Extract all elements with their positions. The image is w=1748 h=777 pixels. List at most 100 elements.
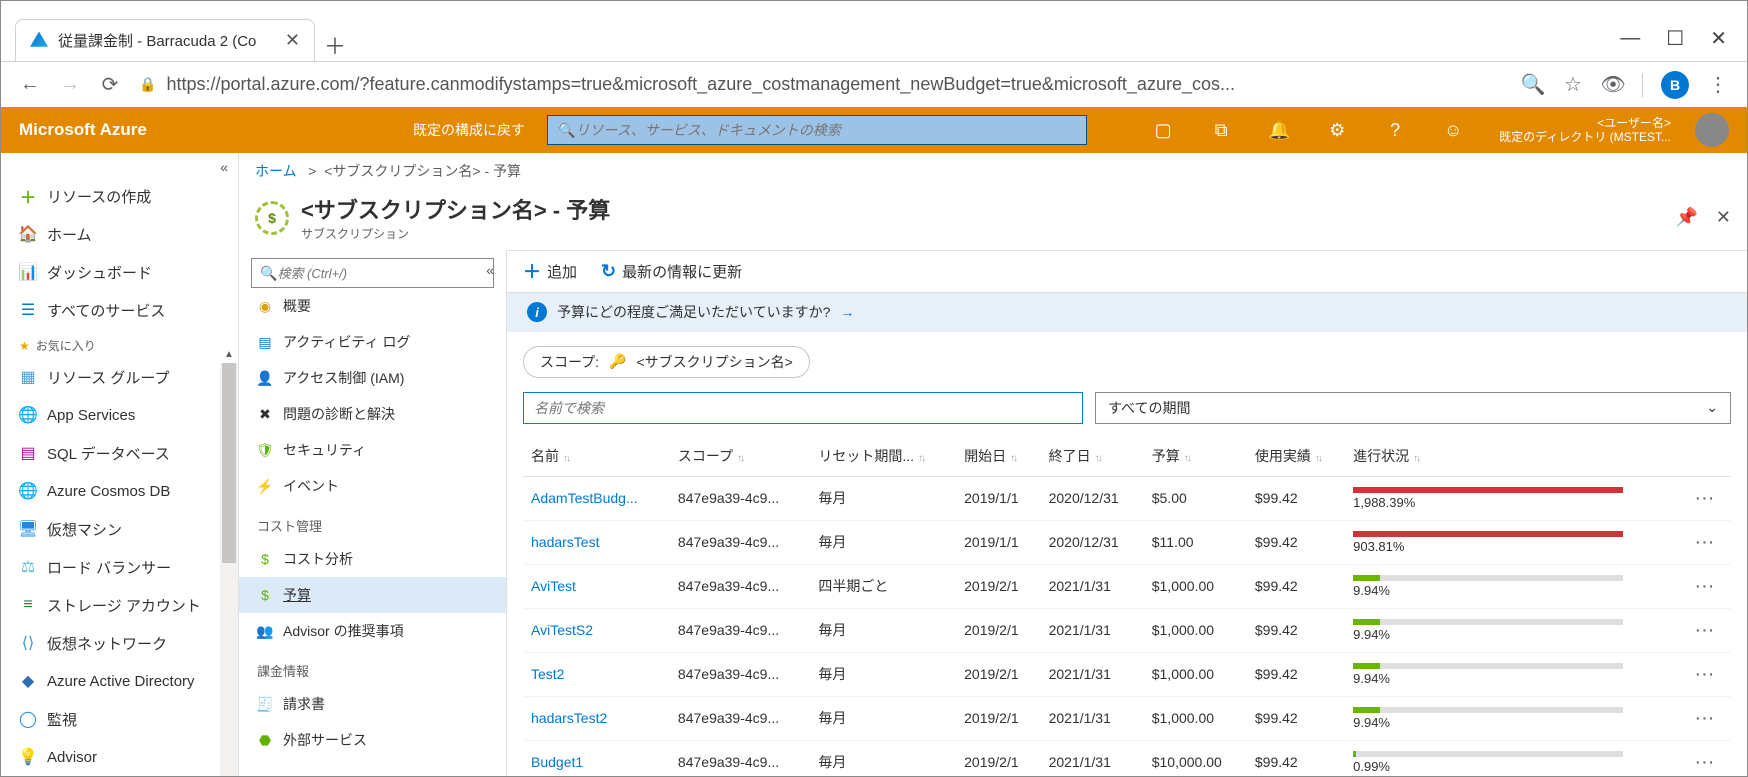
- budget-name-link[interactable]: Budget1: [523, 740, 670, 776]
- table-row: AdamTestBudg... 847e9a39-4c9... 毎月 2019/…: [523, 476, 1731, 520]
- back-icon[interactable]: ←: [19, 74, 41, 96]
- notifications-icon[interactable]: 🔔: [1257, 120, 1301, 141]
- nav-dashboard[interactable]: 📊ダッシュボード: [1, 253, 238, 291]
- nav-fav-item[interactable]: ⟨⟩仮想ネットワーク: [1, 624, 238, 662]
- pin-icon[interactable]: 📌: [1675, 207, 1697, 228]
- command-bar: ＋追加 ↻最新の情報に更新: [507, 250, 1747, 293]
- name-filter[interactable]: [523, 392, 1083, 424]
- eye-icon[interactable]: 👁: [1602, 74, 1624, 96]
- nav-all-services[interactable]: ☰すべてのサービス: [1, 291, 238, 329]
- window-maximize-icon[interactable]: ☐: [1666, 26, 1684, 51]
- col-scope[interactable]: スコープ↑↓: [670, 436, 810, 477]
- budget-name-link[interactable]: AviTest: [523, 564, 670, 608]
- nav-fav-item[interactable]: ▦リソース グループ: [1, 358, 238, 396]
- browser-address-bar: ← → ⟳ 🔒 https://portal.azure.com/?featur…: [1, 61, 1747, 107]
- budget-name-link[interactable]: Test2: [523, 652, 670, 696]
- row-more-button[interactable]: ···: [1688, 520, 1731, 564]
- menu-advisor-recs[interactable]: 👥Advisor の推奨事項: [239, 613, 506, 649]
- refresh-button[interactable]: ↻最新の情報に更新: [601, 261, 742, 282]
- row-more-button[interactable]: ···: [1688, 608, 1731, 652]
- row-more-button[interactable]: ···: [1688, 652, 1731, 696]
- close-tab-icon[interactable]: ✕: [285, 30, 300, 51]
- col-end[interactable]: 終了日↑↓: [1041, 436, 1144, 477]
- nav-fav-item[interactable]: ▤SQL データベース: [1, 434, 238, 472]
- nav-fav-item[interactable]: 💡Advisor: [1, 738, 238, 776]
- feedback-icon[interactable]: ☺: [1431, 120, 1475, 141]
- close-blade-icon[interactable]: ✕: [1716, 207, 1731, 228]
- menu-cost-analysis[interactable]: $コスト分析: [239, 541, 506, 577]
- collapse-resource-menu-icon[interactable]: «: [486, 262, 494, 278]
- collapse-nav-icon[interactable]: «: [220, 159, 228, 175]
- budget-name-link[interactable]: hadarsTest: [523, 520, 670, 564]
- nav-create-resource[interactable]: ＋リソースの作成: [1, 177, 238, 215]
- reload-icon[interactable]: ⟳: [99, 74, 121, 96]
- help-icon[interactable]: ?: [1373, 120, 1417, 141]
- menu-security[interactable]: 🛡セキュリティ: [239, 432, 506, 468]
- left-nav-scrollbar[interactable]: ▲: [220, 363, 238, 776]
- cell-progress: 9.94%: [1345, 564, 1688, 608]
- user-menu[interactable]: <ユーザー名> 既定のディレクトリ (MSTEST...: [1499, 116, 1671, 145]
- star-icon[interactable]: ☆: [1562, 74, 1584, 96]
- menu-events[interactable]: ⚡イベント: [239, 468, 506, 504]
- browser-menu-icon[interactable]: ⋮: [1707, 74, 1729, 96]
- nav-favorites-heading: ★お気に入り: [1, 329, 238, 358]
- url-display[interactable]: 🔒 https://portal.azure.com/?feature.canm…: [139, 74, 1504, 95]
- directory-filter-icon[interactable]: ⧉: [1199, 120, 1243, 141]
- feedback-banner[interactable]: i 予算にどの程度ご満足いただいていますか? →: [507, 293, 1747, 332]
- scroll-thumb[interactable]: [222, 363, 236, 563]
- menu-overview[interactable]: ◉概要: [239, 288, 506, 324]
- new-tab-button[interactable]: ＋: [315, 29, 355, 61]
- menu-iam[interactable]: 👤アクセス制御 (IAM): [239, 360, 506, 396]
- scroll-up-icon[interactable]: ▲: [220, 345, 238, 363]
- browser-tab[interactable]: 従量課金制 - Barracuda 2 (Co ✕: [15, 19, 315, 61]
- scope-pill[interactable]: スコープ: 🔑 <サブスクリプション名>: [523, 346, 810, 378]
- global-search-input[interactable]: [575, 122, 1076, 138]
- browser-profile-avatar[interactable]: B: [1661, 71, 1689, 99]
- col-reset[interactable]: リセット期間...↑↓: [810, 436, 956, 477]
- resource-menu-search-input[interactable]: [277, 266, 485, 281]
- col-budget[interactable]: 予算↑↓: [1144, 436, 1247, 477]
- nav-fav-item[interactable]: ≡ストレージ アカウント: [1, 586, 238, 624]
- col-progress[interactable]: 進行状況↑↓: [1345, 436, 1688, 477]
- period-filter[interactable]: すべての期間 ⌄: [1095, 392, 1731, 424]
- row-more-button[interactable]: ···: [1688, 740, 1731, 776]
- nav-fav-item[interactable]: ◯監視: [1, 700, 238, 738]
- zoom-icon[interactable]: 🔍: [1522, 74, 1544, 96]
- forward-icon[interactable]: →: [59, 74, 81, 96]
- budget-name-link[interactable]: AdamTestBudg...: [523, 476, 670, 520]
- user-avatar[interactable]: [1695, 113, 1729, 147]
- col-actual[interactable]: 使用実績↑↓: [1247, 436, 1345, 477]
- row-more-button[interactable]: ···: [1688, 564, 1731, 608]
- menu-invoices[interactable]: 🧾請求書: [239, 686, 506, 722]
- cloud-shell-icon[interactable]: ▢: [1141, 120, 1185, 141]
- cell-budget: $1,000.00: [1144, 608, 1247, 652]
- resource-menu-search[interactable]: 🔍: [251, 258, 494, 288]
- menu-activity-log[interactable]: ▤アクティビティ ログ: [239, 324, 506, 360]
- nav-fav-item[interactable]: 🌐App Services: [1, 396, 238, 434]
- info-icon: i: [527, 302, 547, 322]
- nav-fav-item[interactable]: 🌐Azure Cosmos DB: [1, 472, 238, 510]
- cell-actual: $99.42: [1247, 608, 1345, 652]
- menu-diagnose[interactable]: ✖問題の診断と解決: [239, 396, 506, 432]
- nav-fav-item[interactable]: 🖥仮想マシン: [1, 510, 238, 548]
- nav-fav-item[interactable]: ◆Azure Active Directory: [1, 662, 238, 700]
- name-filter-input[interactable]: [534, 400, 1072, 416]
- col-name[interactable]: 名前↑↓: [523, 436, 670, 477]
- reset-layout-button[interactable]: 既定の構成に戻す: [413, 120, 525, 140]
- nav-home[interactable]: 🏠ホーム: [1, 215, 238, 253]
- nav-fav-item[interactable]: ⚖ロード バランサー: [1, 548, 238, 586]
- settings-icon[interactable]: ⚙: [1315, 120, 1359, 141]
- menu-budgets[interactable]: $予算: [239, 577, 506, 613]
- add-button[interactable]: ＋追加: [523, 258, 577, 284]
- row-more-button[interactable]: ···: [1688, 696, 1731, 740]
- budget-name-link[interactable]: AviTestS2: [523, 608, 670, 652]
- window-close-icon[interactable]: ✕: [1710, 26, 1727, 51]
- menu-external[interactable]: ⬣外部サービス: [239, 722, 506, 758]
- col-start[interactable]: 開始日↑↓: [956, 436, 1040, 477]
- global-search[interactable]: 🔍: [547, 115, 1087, 145]
- budget-name-link[interactable]: hadarsTest2: [523, 696, 670, 740]
- breadcrumb-home[interactable]: ホーム: [255, 163, 297, 179]
- window-minimize-icon[interactable]: —: [1620, 27, 1640, 50]
- azure-brand[interactable]: Microsoft Azure: [19, 120, 399, 140]
- row-more-button[interactable]: ···: [1688, 476, 1731, 520]
